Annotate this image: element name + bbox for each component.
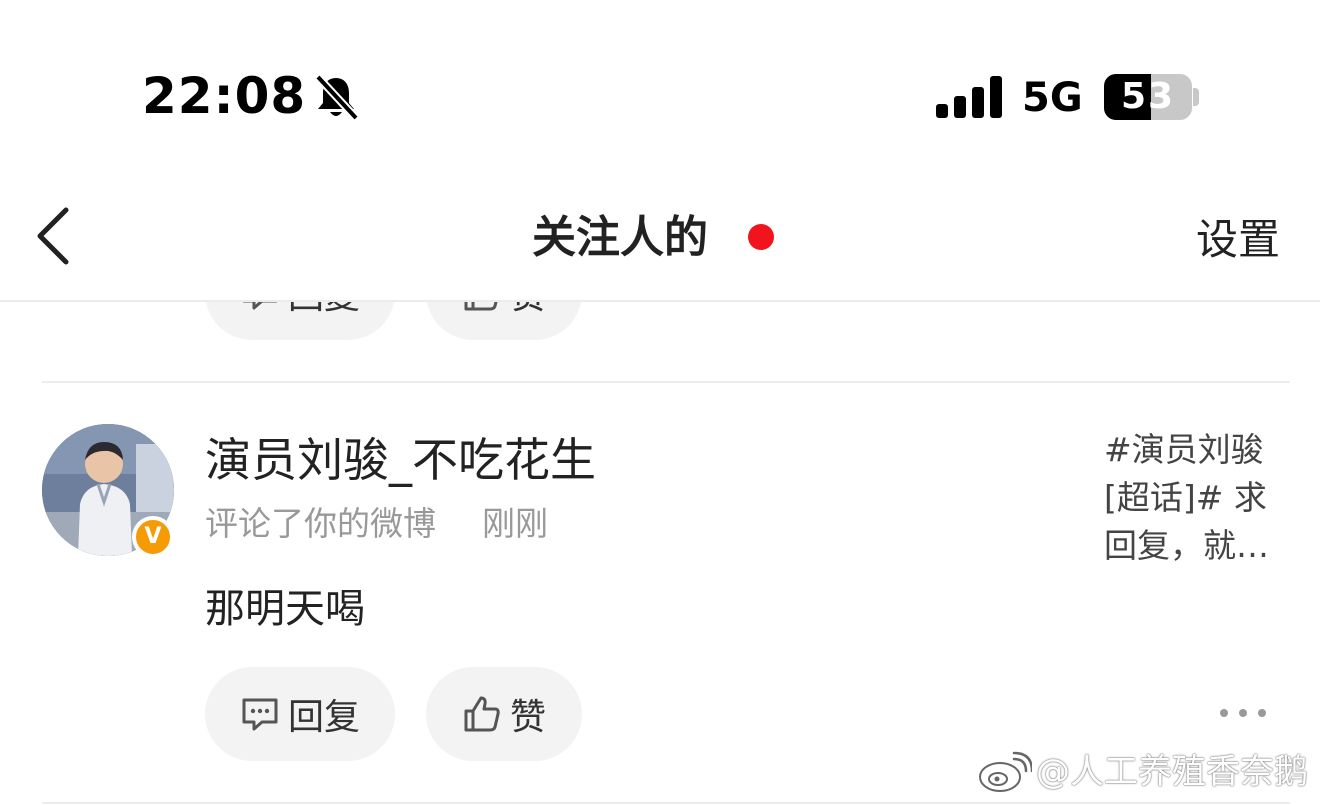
row-divider	[42, 802, 1290, 804]
page-title: 关注人的	[532, 212, 708, 263]
more-dot	[1220, 709, 1228, 717]
like-button[interactable]: 赞	[426, 667, 582, 761]
post-preview[interactable]: #演员刘骏 [超话]# 求 回复，就…	[1104, 426, 1284, 570]
post-preview-line: 回复，就…	[1104, 526, 1269, 565]
more-options-button[interactable]	[1220, 698, 1266, 728]
thumbs-up-icon	[464, 696, 500, 732]
back-button[interactable]	[30, 204, 78, 268]
reply-label: 回复	[287, 697, 360, 738]
comment-icon	[242, 302, 278, 310]
comment-icon	[242, 698, 278, 731]
more-dot	[1239, 709, 1247, 717]
thumbs-up-icon	[464, 302, 498, 311]
weibo-logo-icon	[979, 751, 1032, 792]
username[interactable]: 演员刘骏_不吃花生	[205, 430, 596, 490]
previous-like-label: 赞	[510, 302, 546, 319]
network-type: 5G	[1022, 75, 1083, 121]
previous-item-actions: 回复 赞	[0, 302, 1320, 382]
reply-button[interactable]: 回复	[205, 667, 395, 761]
battery-cap	[1193, 88, 1199, 106]
previous-reply-button[interactable]: 回复	[205, 302, 395, 340]
timestamp: 刚刚	[482, 504, 548, 543]
status-time: 22:08	[142, 67, 307, 125]
action-text: 评论了你的微博	[205, 504, 436, 543]
post-preview-line: [超话]# 求	[1104, 478, 1267, 517]
battery-icon: 53	[1104, 74, 1192, 120]
unread-dot	[748, 224, 774, 250]
previous-reply-label: 回复	[288, 302, 360, 319]
bell-mute-icon	[315, 74, 359, 121]
like-label: 赞	[509, 697, 546, 738]
comment-text: 那明天喝	[205, 586, 365, 632]
watermark: @人工养殖香奈鹅	[976, 748, 1308, 796]
previous-like-button[interactable]: 赞	[426, 302, 582, 340]
settings-button[interactable]: 设置	[1196, 212, 1280, 268]
row-divider	[42, 381, 1290, 383]
more-dot	[1258, 709, 1266, 717]
verified-badge: V	[132, 516, 174, 558]
battery-percent: 53	[1120, 76, 1176, 117]
post-preview-line: #演员刘骏	[1104, 430, 1264, 469]
watermark-text: @人工养殖香奈鹅	[1036, 752, 1308, 792]
signal-icon	[936, 76, 1002, 118]
